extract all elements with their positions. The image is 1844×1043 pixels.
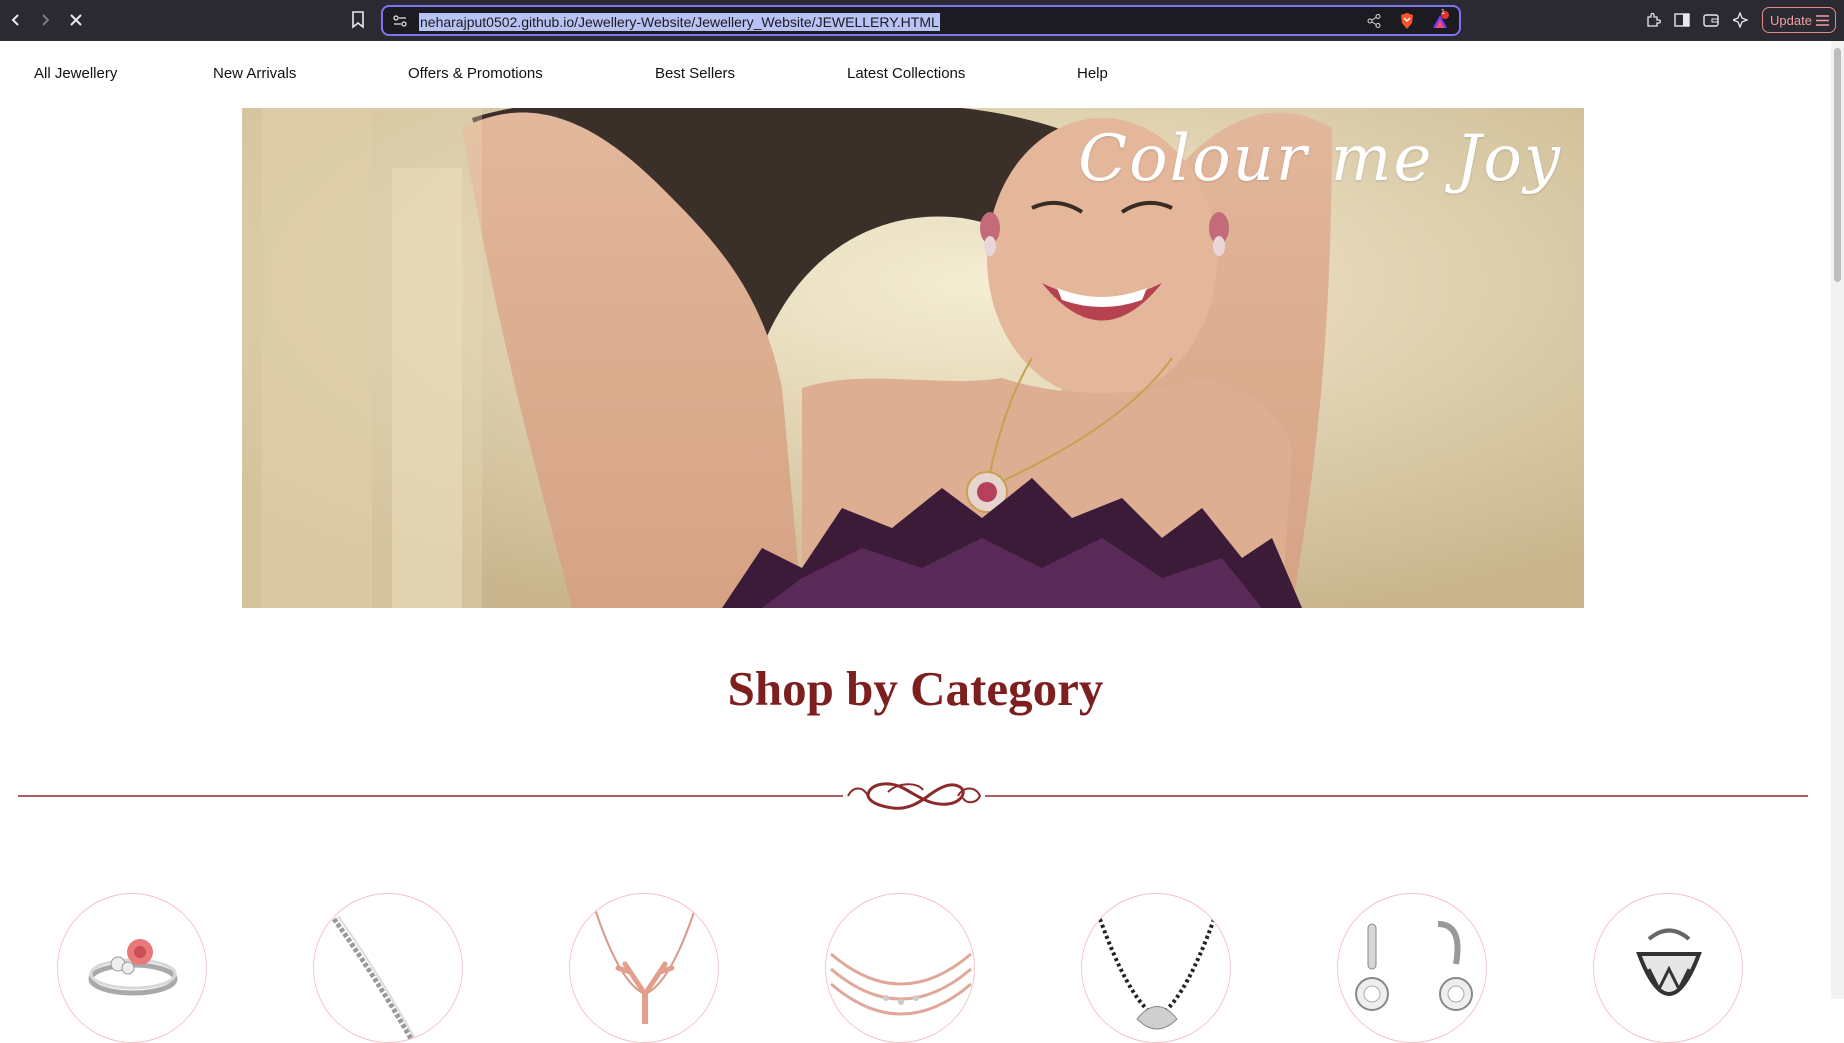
ring-icon bbox=[88, 939, 178, 996]
extensions-icon[interactable] bbox=[1643, 10, 1663, 30]
category-rings[interactable] bbox=[57, 893, 207, 1043]
update-button[interactable]: Update bbox=[1762, 7, 1836, 33]
nav-all-jewellery[interactable]: All Jewellery bbox=[34, 65, 117, 82]
wallet-icon[interactable] bbox=[1701, 10, 1721, 30]
ornamental-divider bbox=[18, 782, 1808, 810]
chain-necklace-icon bbox=[830, 952, 972, 1016]
address-bar[interactable]: neharajput0502.github.io/Jewellery-Websi… bbox=[381, 5, 1461, 36]
category-chains[interactable] bbox=[825, 893, 975, 1043]
nav-best-sellers[interactable]: Best Sellers bbox=[655, 65, 735, 82]
site-settings-icon[interactable] bbox=[391, 12, 409, 30]
earrings-icon bbox=[1355, 921, 1473, 1011]
section-title: Shop by Category bbox=[727, 661, 1104, 716]
hero-banner: Colour me Joy bbox=[242, 108, 1584, 608]
hero-script-text: Colour me Joy bbox=[1078, 122, 1562, 196]
category-bracelets[interactable] bbox=[313, 893, 463, 1043]
nav-latest-collections[interactable]: Latest Collections bbox=[847, 65, 965, 82]
leo-ai-icon[interactable] bbox=[1731, 10, 1751, 30]
back-icon[interactable] bbox=[4, 8, 28, 32]
browser-toolbar: neharajput0502.github.io/Jewellery-Websi… bbox=[0, 0, 1844, 41]
forward-icon[interactable] bbox=[33, 8, 57, 32]
sidebar-icon[interactable] bbox=[1672, 10, 1692, 30]
site-navigation: All Jewellery New Arrivals Offers & Prom… bbox=[0, 41, 1831, 107]
category-earrings[interactable] bbox=[1337, 893, 1487, 1043]
bookmark-icon[interactable] bbox=[348, 10, 368, 30]
update-label: Update bbox=[1770, 12, 1812, 28]
hoop-earring-icon bbox=[1636, 928, 1702, 996]
mangalsutra-icon bbox=[1098, 918, 1216, 1030]
notification-count: 1 bbox=[1441, 9, 1445, 16]
nav-help[interactable]: Help bbox=[1077, 65, 1108, 82]
brave-shield-icon[interactable] bbox=[1397, 11, 1417, 31]
page-scrollbar-thumb[interactable] bbox=[1834, 48, 1841, 282]
menu-icon bbox=[1816, 15, 1829, 26]
category-hoops[interactable] bbox=[1593, 893, 1743, 1043]
bracelet-icon bbox=[331, 915, 419, 1042]
brave-rewards-icon[interactable]: 1 bbox=[1429, 9, 1451, 32]
nav-new-arrivals[interactable]: New Arrivals bbox=[213, 65, 296, 82]
category-pendants[interactable] bbox=[569, 893, 719, 1043]
stop-loading-icon[interactable] bbox=[64, 8, 88, 32]
url-text[interactable]: neharajput0502.github.io/Jewellery-Websi… bbox=[419, 13, 940, 31]
pendant-necklace-icon bbox=[594, 908, 696, 1024]
nav-offers-promotions[interactable]: Offers & Promotions bbox=[408, 65, 543, 82]
share-icon[interactable] bbox=[1365, 12, 1383, 30]
category-mangalsutra[interactable] bbox=[1081, 893, 1231, 1043]
